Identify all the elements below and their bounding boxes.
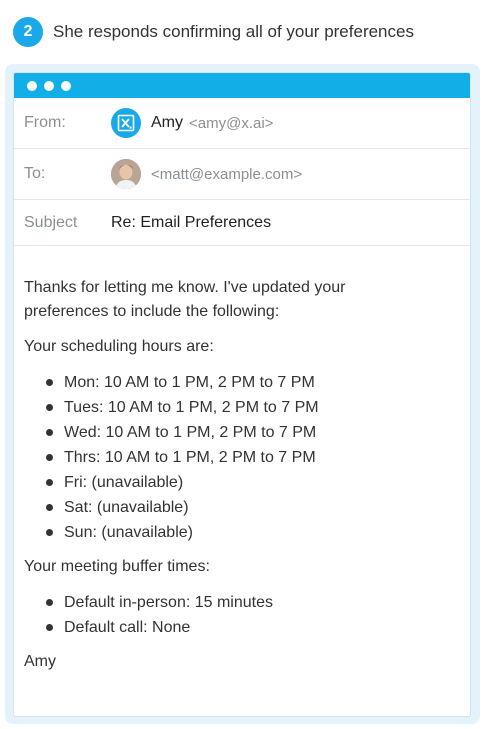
to-value: <matt@example.com> [111, 159, 302, 189]
window-dot-icon [27, 80, 37, 91]
list-item: Tues: 10 AM to 1 PM, 2 PM to 7 PM [24, 395, 460, 420]
window-dot-icon [44, 80, 54, 91]
to-label: To: [24, 165, 46, 182]
intro-line: preferences to include the following: [24, 303, 280, 320]
bullet-icon [46, 479, 53, 486]
list-item: Sat: (unavailable) [24, 495, 460, 520]
intro-line: Thanks for letting me know. I've updated… [24, 279, 346, 296]
from-row: From: Amy <amy@x.ai> [14, 98, 470, 149]
bullet-icon [46, 504, 53, 511]
subject-label: Subject [24, 213, 78, 231]
list-item: Mon: 10 AM to 1 PM, 2 PM to 7 PM [24, 370, 460, 395]
step-number-badge: 2 [13, 17, 43, 47]
email-window: From: Amy <amy@x.ai> To: <matt@example.c… [13, 72, 471, 717]
bullet-icon [46, 404, 53, 411]
list-item: Fri: (unavailable) [24, 470, 460, 495]
list-item: Wed: 10 AM to 1 PM, 2 PM to 7 PM [24, 420, 460, 445]
to-row: To: <matt@example.com> [14, 149, 470, 200]
user-avatar [111, 159, 141, 189]
bullet-icon [46, 599, 53, 606]
list-item: Default in-person: 15 minutes [24, 590, 460, 615]
sender-email[interactable]: <amy@x.ai> [189, 115, 273, 132]
buffer-list: Default in-person: 15 minutes Default ca… [24, 590, 460, 640]
from-value: Amy <amy@x.ai> [111, 108, 273, 138]
buffer-heading: Your meeting buffer times: [24, 558, 210, 575]
list-item: Sun: (unavailable) [24, 520, 460, 545]
step-header: 2 She responds confirming all of your pr… [13, 17, 414, 47]
intro-paragraph: Thanks for letting me know. I've updated… [24, 276, 460, 324]
hours-list: Mon: 10 AM to 1 PM, 2 PM to 7 PM Tues: 1… [24, 370, 460, 545]
sender-name: Amy [151, 114, 183, 131]
bullet-icon [46, 429, 53, 436]
signature: Amy [24, 653, 56, 670]
list-item: Default call: None [24, 615, 460, 640]
bullet-icon [46, 529, 53, 536]
subject-value-wrap: Re: Email Preferences [111, 214, 271, 232]
bullet-icon [46, 379, 53, 386]
window-dot-icon [61, 80, 71, 91]
email-body: Thanks for letting me know. I've updated… [14, 246, 470, 674]
bullet-icon [46, 624, 53, 631]
bullet-icon [46, 454, 53, 461]
subject-value: Re: Email Preferences [111, 213, 272, 231]
recipient-email[interactable]: <matt@example.com> [151, 166, 302, 183]
window-titlebar [14, 73, 470, 98]
hours-heading: Your scheduling hours are: [24, 338, 214, 355]
from-label: From: [24, 114, 66, 131]
subject-row: Subject Re: Email Preferences [14, 200, 470, 246]
x-ai-logo-icon [111, 108, 141, 138]
step-description: She responds confirming all of your pref… [53, 22, 414, 41]
list-item: Thrs: 10 AM to 1 PM, 2 PM to 7 PM [24, 445, 460, 470]
